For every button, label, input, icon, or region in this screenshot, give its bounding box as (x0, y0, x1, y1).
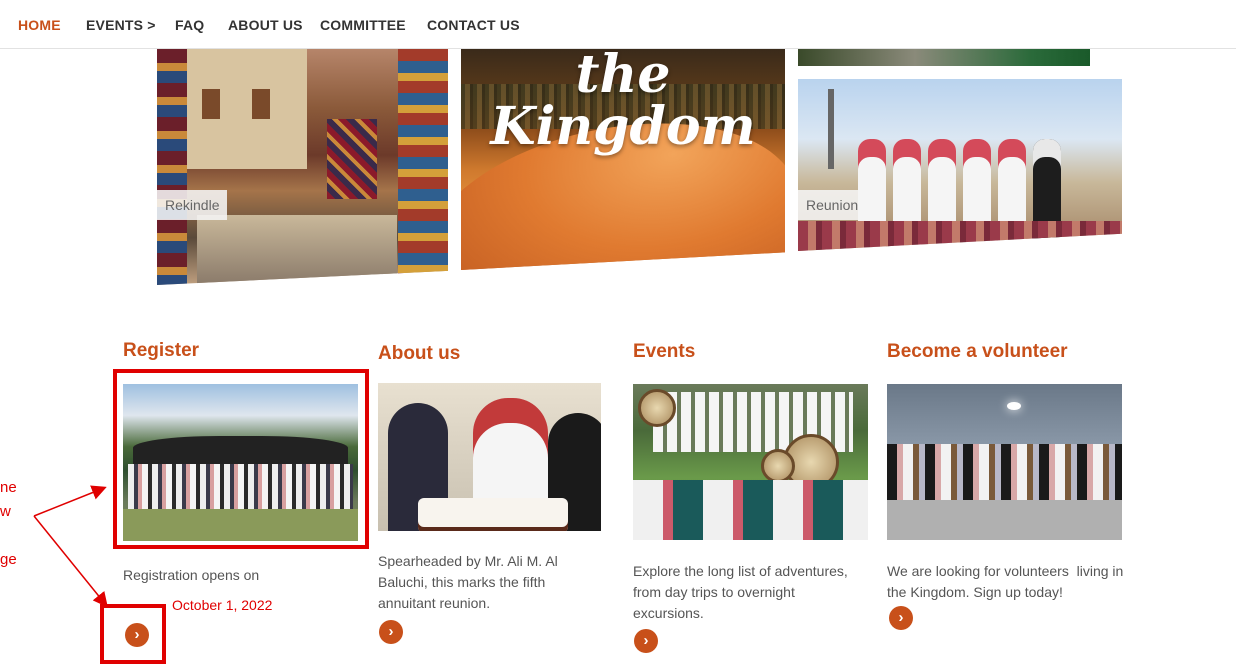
annotation-arrows (33, 485, 108, 608)
annotation-arrow-to-photo (33, 485, 107, 517)
annotation-arrow-to-button (33, 515, 108, 608)
